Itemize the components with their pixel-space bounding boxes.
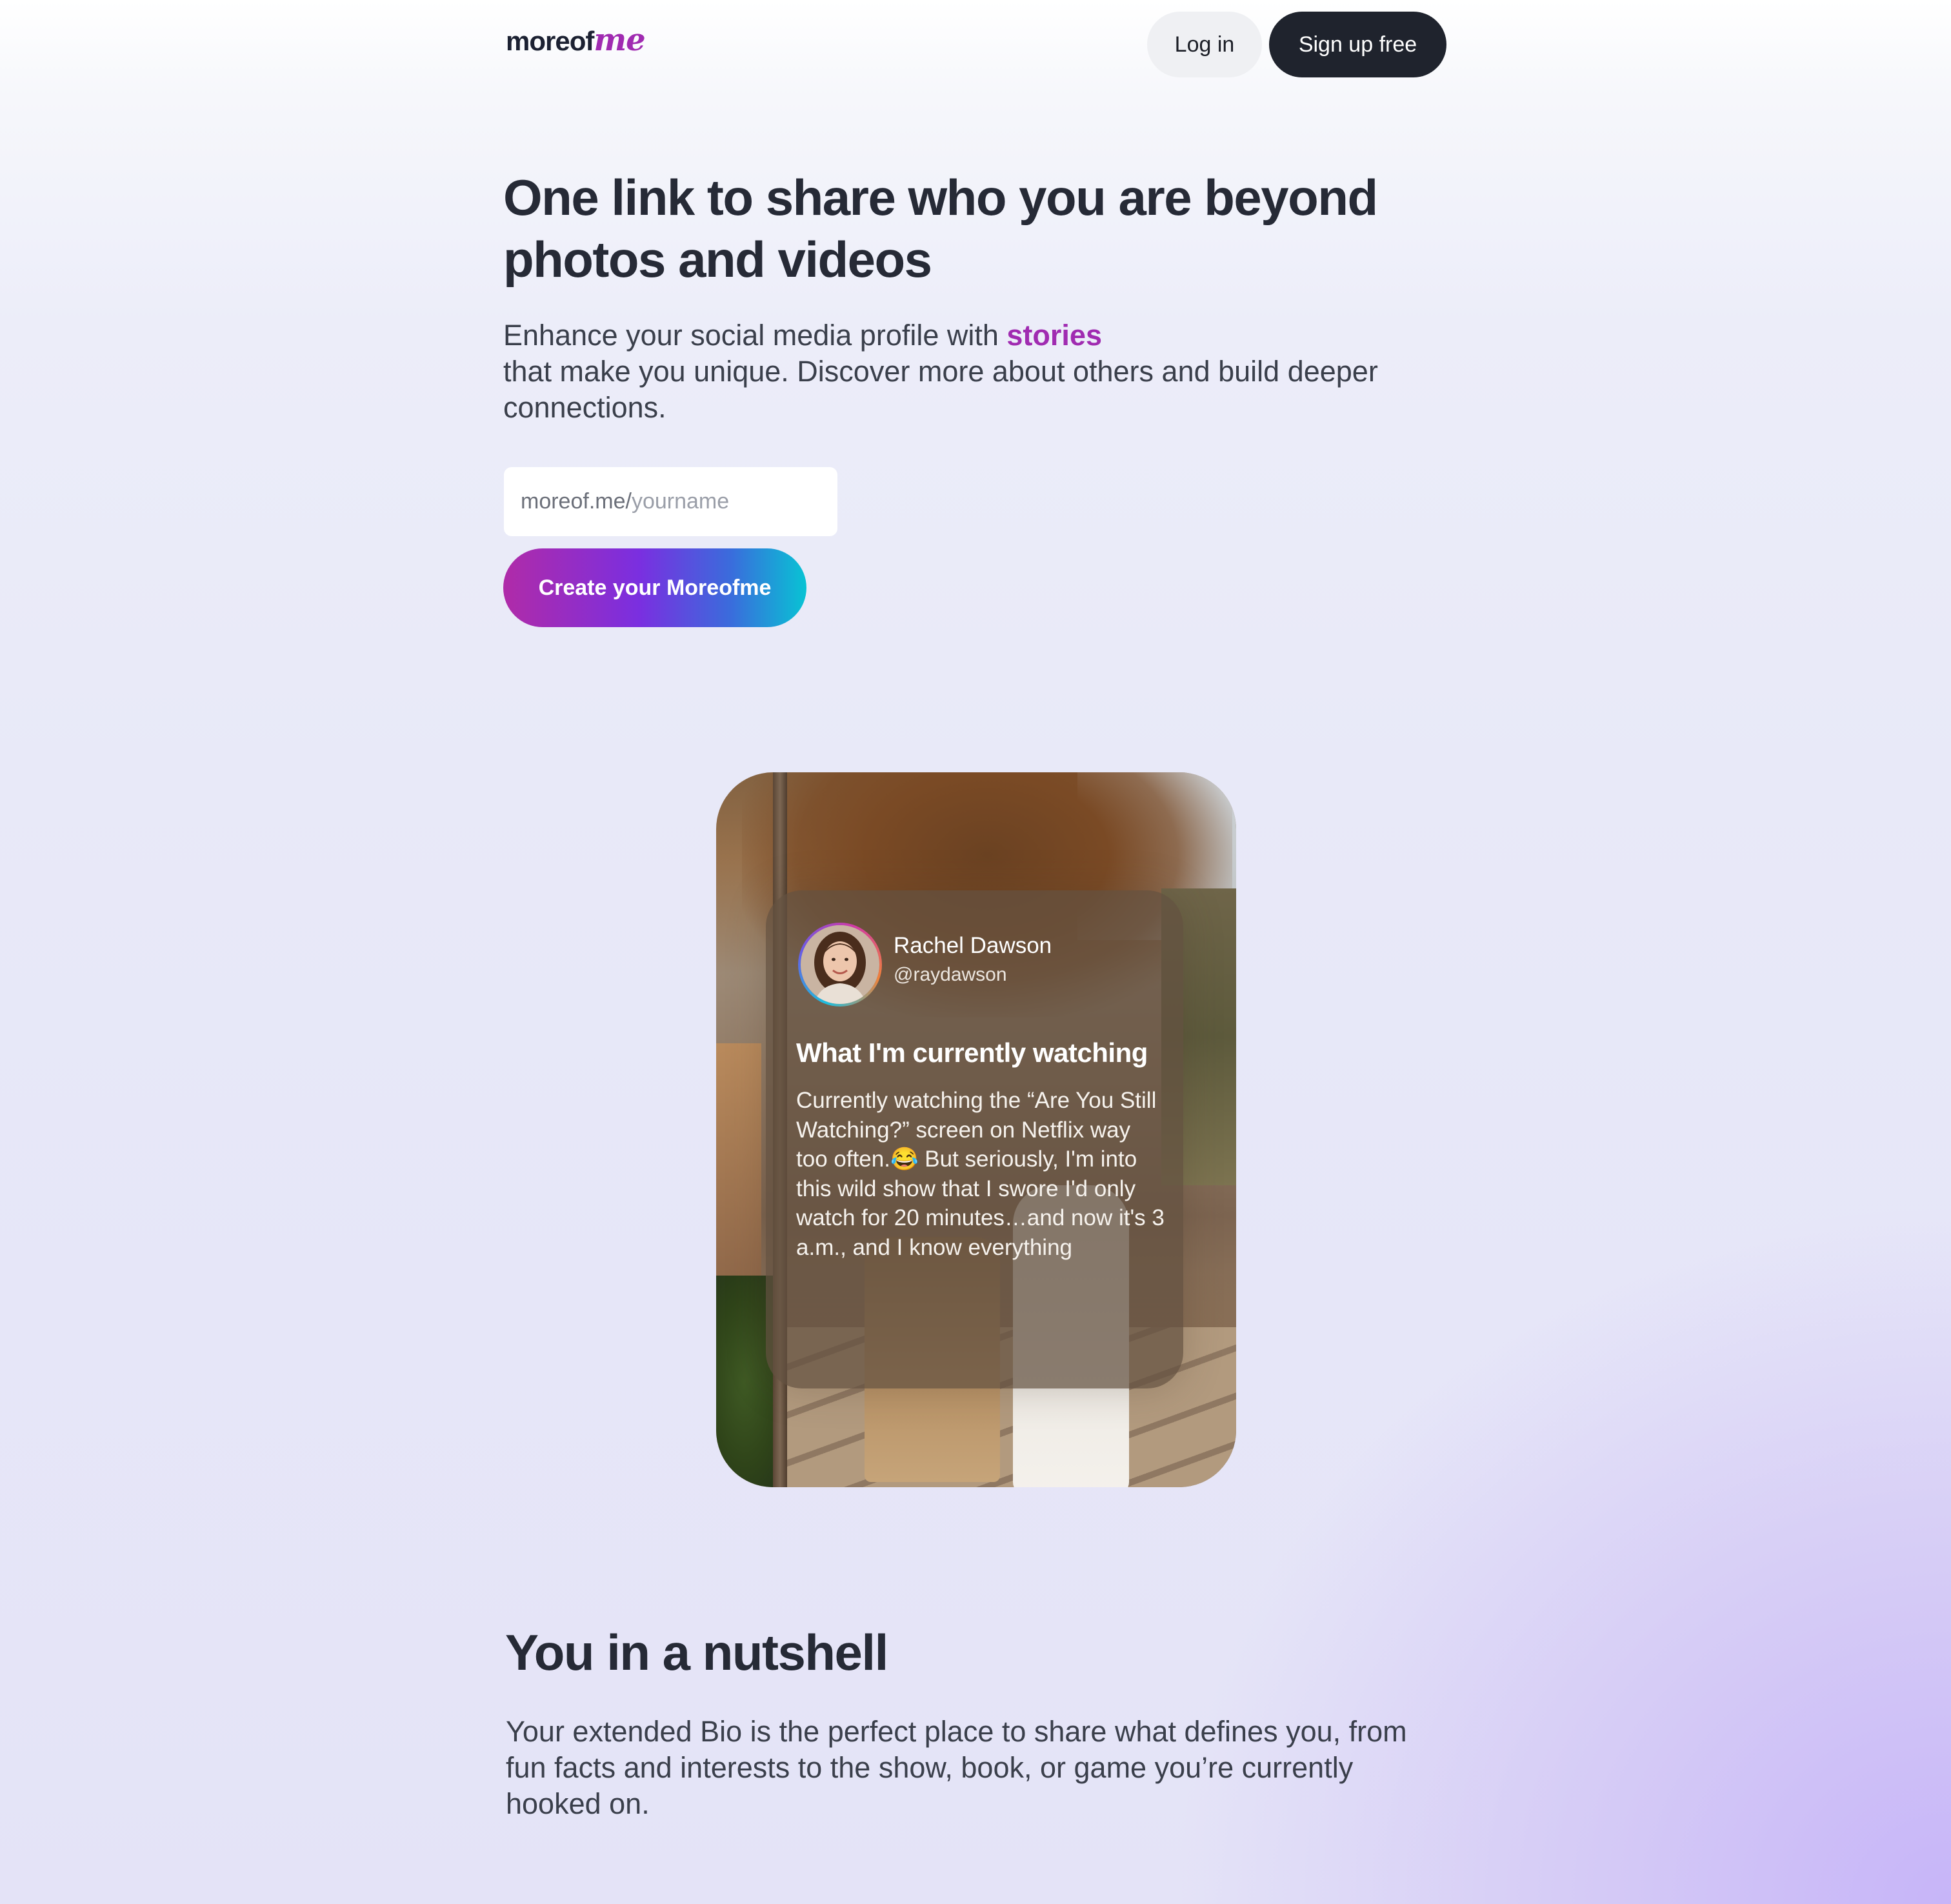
- hero-subtitle-accent: stories: [1006, 319, 1102, 352]
- story-preview-card: Rachel Dawson @raydawson What I'm curren…: [716, 772, 1236, 1487]
- logo-text-main: moreof: [506, 26, 594, 56]
- story-heading: What I'm currently watching: [796, 1037, 1148, 1068]
- logo-text-accent: me: [594, 22, 645, 58]
- avatar-portrait-icon: [801, 925, 879, 1004]
- story-user-handle: @raydawson: [894, 964, 1007, 985]
- url-prefix: moreof.me/: [521, 489, 632, 514]
- username-input[interactable]: [631, 489, 825, 514]
- hero-subtitle-lead: Enhance your social media profile with: [503, 319, 1007, 352]
- nutshell-title: You in a nutshell: [505, 1624, 888, 1681]
- username-field[interactable]: moreof.me/: [504, 467, 837, 536]
- hero-title: One link to share who you are beyond pho…: [503, 169, 1378, 288]
- story-user-name: Rachel Dawson: [894, 933, 1052, 958]
- story-background-wall: [716, 1043, 761, 1301]
- login-button[interactable]: Log in: [1147, 12, 1262, 77]
- avatar: [801, 925, 879, 1004]
- story-text: Currently watching the “Are You Still Wa…: [796, 1088, 1165, 1260]
- signup-button[interactable]: Sign up free: [1269, 12, 1446, 77]
- nutshell-text: Your extended Bio is the perfect place t…: [506, 1715, 1407, 1820]
- create-moreofme-button[interactable]: Create your Moreofme: [503, 548, 806, 627]
- avatar-ring: [798, 923, 882, 1007]
- hero-subtitle-rest: that make you unique. Discover more abou…: [503, 355, 1378, 424]
- moreofme-logo[interactable]: moreof me: [506, 22, 646, 66]
- hero-subtitle: Enhance your social media profile with s…: [503, 317, 1452, 426]
- site-header: moreof me Log in Sign up free: [503, 0, 1446, 88]
- story-content-panel: Rachel Dawson @raydawson What I'm curren…: [766, 890, 1183, 1388]
